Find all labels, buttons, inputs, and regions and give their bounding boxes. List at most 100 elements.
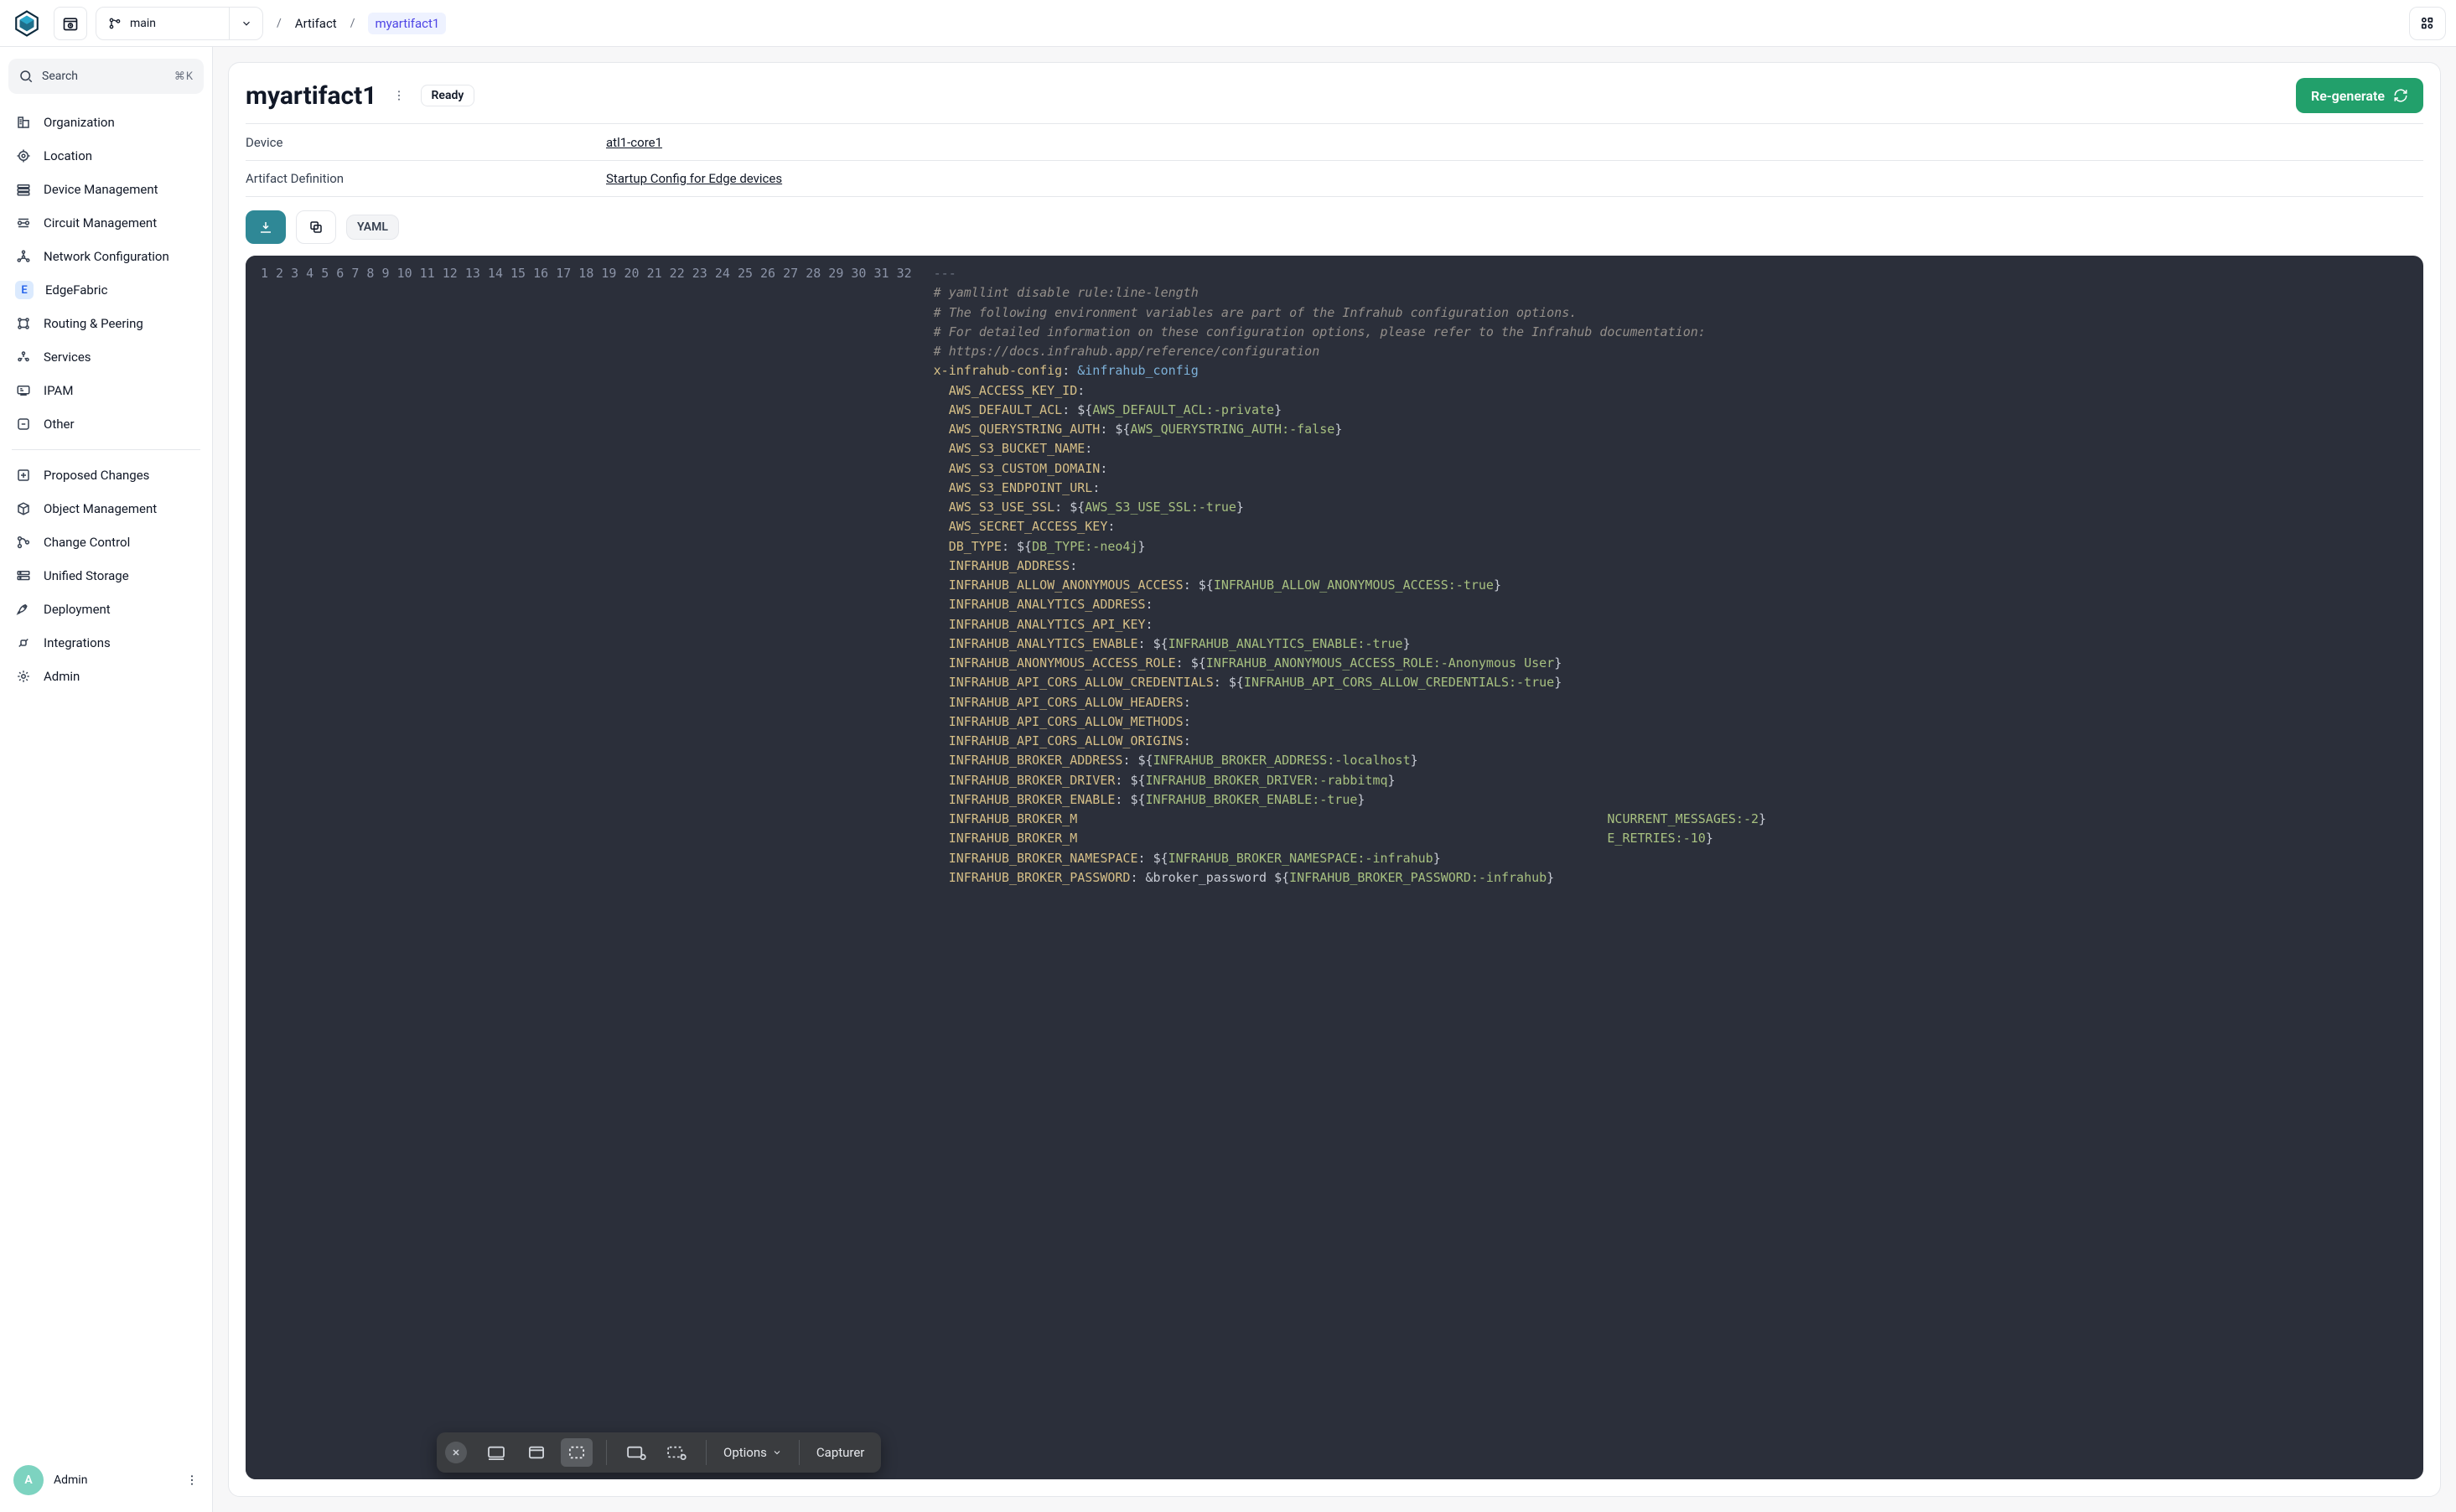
sidebar-item-label: Device Management bbox=[44, 182, 158, 197]
sidebar-item-label: IPAM bbox=[44, 383, 73, 398]
osbar-record-selection-button[interactable] bbox=[661, 1438, 692, 1467]
sidebar-item-label: Proposed Changes bbox=[44, 468, 149, 483]
apps-icon bbox=[2419, 15, 2436, 32]
meta-value[interactable]: atl1-core1 bbox=[606, 135, 662, 150]
sidebar-item-label: Network Configuration bbox=[44, 249, 169, 264]
avatar: A bbox=[13, 1465, 44, 1495]
sidebar-item-label: Deployment bbox=[44, 602, 111, 617]
search-placeholder: Search bbox=[42, 70, 166, 83]
more-vertical-icon bbox=[392, 89, 406, 102]
sidebar-item-change-control[interactable]: Change Control bbox=[8, 526, 204, 559]
more-vertical-icon bbox=[185, 1473, 199, 1487]
device-icon bbox=[15, 182, 32, 197]
sidebar-item-label: Change Control bbox=[44, 535, 130, 550]
sidebar-item-device-management[interactable]: Device Management bbox=[8, 173, 204, 206]
organization-icon bbox=[15, 115, 32, 130]
apps-button[interactable] bbox=[2409, 7, 2446, 40]
sidebar-item-label: Object Management bbox=[44, 501, 157, 516]
sidebar-item-ipam[interactable]: IPAM bbox=[8, 374, 204, 407]
routing-icon bbox=[15, 316, 32, 331]
copy-button[interactable] bbox=[296, 210, 336, 244]
osbar-window-button[interactable] bbox=[521, 1438, 552, 1467]
sidebar-account[interactable]: A Admin bbox=[8, 1457, 204, 1504]
search-input[interactable]: Search ⌘K bbox=[8, 59, 204, 94]
logo-group bbox=[10, 7, 87, 40]
circuit-icon bbox=[15, 215, 32, 230]
sidebar-item-circuit-management[interactable]: Circuit Management bbox=[8, 206, 204, 240]
sidebar-item-integrations[interactable]: Integrations bbox=[8, 626, 204, 660]
network-icon bbox=[15, 249, 32, 264]
record-selection-icon bbox=[666, 1445, 687, 1460]
sidebar-item-other[interactable]: Other bbox=[8, 407, 204, 441]
artifact-title: myartifact1 bbox=[246, 81, 377, 111]
sidebar: Search ⌘K Organization Location Device Man… bbox=[0, 47, 213, 1512]
sidebar-item-admin[interactable]: Admin bbox=[8, 660, 204, 693]
sidebar-item-services[interactable]: Services bbox=[8, 340, 204, 374]
services-icon bbox=[15, 350, 32, 365]
object-icon bbox=[15, 501, 32, 516]
close-icon bbox=[451, 1447, 461, 1458]
deployment-icon bbox=[15, 602, 32, 617]
sidebar-item-network-configuration[interactable]: Network Configuration bbox=[8, 240, 204, 273]
sidebar-item-label: Integrations bbox=[44, 635, 111, 650]
format-badge: YAML bbox=[346, 215, 399, 240]
sidebar-item-label: Circuit Management bbox=[44, 215, 157, 230]
meta-value[interactable]: Startup Config for Edge devices bbox=[606, 171, 782, 186]
sidebar-item-organization[interactable]: Organization bbox=[8, 106, 204, 139]
status-badge: Ready bbox=[421, 85, 475, 106]
download-button[interactable] bbox=[246, 210, 286, 244]
branch-icon bbox=[108, 17, 122, 30]
window-icon bbox=[527, 1445, 546, 1460]
proposed-icon bbox=[15, 468, 32, 483]
sidebar-item-location[interactable]: Location bbox=[8, 139, 204, 173]
crumb-sep: / bbox=[272, 17, 287, 30]
meta-key: Artifact Definition bbox=[246, 171, 606, 186]
badge-e-icon: E bbox=[15, 281, 34, 299]
regenerate-label: Re-generate bbox=[2311, 88, 2385, 104]
search-icon bbox=[18, 69, 34, 84]
sidebar-item-label: Unified Storage bbox=[44, 568, 129, 583]
search-shortcut: ⌘K bbox=[174, 70, 194, 83]
sidebar-item-object-management[interactable]: Object Management bbox=[8, 492, 204, 526]
crumb-level2[interactable]: myartifact1 bbox=[368, 13, 446, 34]
artifact-card: myartifact1 Ready Re-generate Deviceatl1… bbox=[228, 62, 2441, 1497]
location-icon bbox=[15, 148, 32, 163]
sidebar-item-proposed-changes[interactable]: Proposed Changes bbox=[8, 458, 204, 492]
other-icon bbox=[15, 417, 32, 432]
history-button[interactable] bbox=[54, 7, 87, 40]
chevron-down-icon bbox=[241, 18, 252, 29]
download-icon bbox=[258, 220, 273, 235]
osbar-screen-button[interactable] bbox=[480, 1438, 512, 1467]
record-screen-icon bbox=[626, 1445, 646, 1460]
branch-name: main bbox=[130, 17, 156, 30]
code-block[interactable]: 1 2 3 4 5 6 7 8 9 10 11 12 13 14 15 16 1… bbox=[246, 256, 2423, 1479]
osbar-selection-button[interactable] bbox=[561, 1438, 593, 1467]
sidebar-item-label: Services bbox=[44, 350, 91, 365]
integrations-icon bbox=[15, 635, 32, 650]
regenerate-button[interactable]: Re-generate bbox=[2296, 78, 2423, 113]
os-capture-toolbar[interactable]: Options Capturer bbox=[437, 1432, 881, 1473]
sidebar-item-label: Other bbox=[44, 417, 75, 432]
account-label: Admin bbox=[54, 1473, 87, 1487]
sidebar-item-label: EdgeFabric bbox=[45, 282, 107, 298]
sidebar-item-edgefabric[interactable]: E EdgeFabric bbox=[8, 273, 204, 307]
osbar-record-screen-button[interactable] bbox=[620, 1438, 652, 1467]
branch-selector[interactable]: main bbox=[96, 7, 263, 40]
osbar-capture-button[interactable]: Capturer bbox=[808, 1445, 873, 1460]
branch-caret[interactable] bbox=[229, 7, 262, 40]
sidebar-item-unified-storage[interactable]: Unified Storage bbox=[8, 559, 204, 593]
crumb-level1[interactable]: Artifact bbox=[295, 16, 337, 31]
chevron-down-icon bbox=[772, 1447, 782, 1458]
meta-row: Artifact DefinitionStartup Config for Ed… bbox=[246, 160, 2423, 197]
topbar: main / Artifact / myartifact1 bbox=[0, 0, 2456, 47]
app-logo[interactable] bbox=[10, 7, 44, 40]
artifact-menu-button[interactable] bbox=[389, 85, 409, 106]
osbar-close-button[interactable] bbox=[445, 1442, 467, 1463]
sidebar-item-label: Location bbox=[44, 148, 92, 163]
account-menu-button[interactable] bbox=[185, 1473, 199, 1487]
sidebar-item-deployment[interactable]: Deployment bbox=[8, 593, 204, 626]
sidebar-item-label: Admin bbox=[44, 669, 80, 684]
sidebar-item-routing-peering[interactable]: Routing & Peering bbox=[8, 307, 204, 340]
change-icon bbox=[15, 535, 32, 550]
osbar-options-button[interactable]: Options bbox=[715, 1445, 790, 1460]
